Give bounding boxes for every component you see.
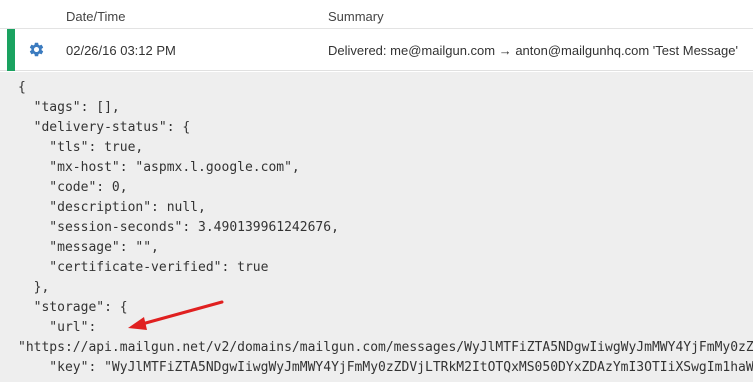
json-line: "tags": [], bbox=[18, 100, 120, 115]
storage-key-line: "key": "WyJlMTFiZTA5NDgwIiwgWyJmMWY4YjFm… bbox=[18, 360, 753, 375]
event-row[interactable]: 02/26/16 03:12 PM Delivered: me@mailgun.… bbox=[0, 29, 753, 71]
event-json-details: { "tags": [], "delivery-status": { "tls"… bbox=[0, 72, 753, 382]
json-line: "code": 0, bbox=[18, 180, 128, 195]
json-line: "url": bbox=[18, 320, 97, 335]
json-line: "message": "", bbox=[18, 240, 159, 255]
json-line: "session-seconds": 3.490139961242676, bbox=[18, 220, 339, 235]
json-line: "description": null, bbox=[18, 200, 206, 215]
json-line: "tls": true, bbox=[18, 140, 144, 155]
event-summary: Delivered: me@mailgun.com → anton@mailgu… bbox=[328, 43, 738, 58]
delivered-status-indicator bbox=[7, 29, 15, 71]
summary-column-header: Summary bbox=[328, 9, 384, 24]
table-header: Date/Time Summary bbox=[0, 0, 753, 29]
json-line: { bbox=[18, 80, 26, 95]
json-line: "certificate-verified": true bbox=[18, 260, 269, 275]
json-line: "delivery-status": { bbox=[18, 120, 191, 135]
event-datetime: 02/26/16 03:12 PM bbox=[66, 43, 176, 58]
json-line: }, bbox=[18, 280, 50, 295]
storage-url-value: "https://api.mailgun.net/v2/domains/mail… bbox=[18, 340, 753, 355]
datetime-column-header: Date/Time bbox=[66, 9, 126, 24]
gear-icon[interactable] bbox=[28, 41, 45, 58]
json-line: "storage": { bbox=[18, 300, 128, 315]
json-line: "mx-host": "aspmx.l.google.com", bbox=[18, 160, 300, 175]
